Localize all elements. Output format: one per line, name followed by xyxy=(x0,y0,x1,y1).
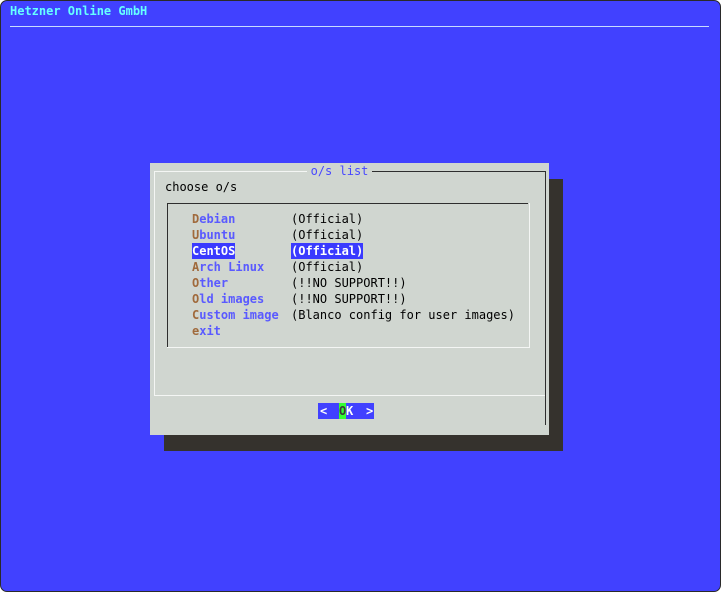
menu-box-right xyxy=(529,203,530,347)
menu-item-description: (!!NO SUPPORT!!) xyxy=(291,276,407,290)
ok-button-label: K xyxy=(346,404,354,418)
terminal-screen: Hetzner Online GmbH o/s list choose o/s … xyxy=(0,0,721,592)
menu-item-description: (!!NO SUPPORT!!) xyxy=(291,292,407,306)
menu-item-tag: Custom image xyxy=(192,307,279,323)
menu-item-label: rch Linux xyxy=(199,260,265,274)
ok-button-hotkey: O xyxy=(339,403,347,419)
menu-item-description: (Blanco config for user images) xyxy=(291,308,515,322)
ok-button-right-bracket: > xyxy=(366,404,374,418)
menu-item-label: ebian xyxy=(199,212,236,226)
dialog-frame-top-right xyxy=(372,171,545,172)
menu-item-label: xit xyxy=(199,324,221,338)
menu-item-tag: exit xyxy=(192,323,221,339)
menu-item-description: (Official) xyxy=(291,212,364,226)
dialog-frame-left xyxy=(154,171,155,395)
menu-item-tag: Other xyxy=(192,275,228,291)
dialog-button-separator xyxy=(154,395,545,396)
dialog-frame-right xyxy=(545,171,546,395)
menu-box-bottom xyxy=(167,347,530,348)
backtitle: Hetzner Online GmbH xyxy=(10,4,148,18)
menu-box-top xyxy=(167,203,528,204)
menu-item-label: buntu xyxy=(199,228,236,242)
menu-item-description: (Official) xyxy=(291,228,364,242)
menu-item-label: ustom image xyxy=(199,308,279,322)
dialog-frame-bottom-right xyxy=(545,395,546,425)
os-list-dialog: o/s list choose o/s Debian (Official) Ubun… xyxy=(150,163,549,435)
backtitle-rule xyxy=(10,26,709,27)
menu-item-description: (Official) xyxy=(291,243,364,259)
menu-item-tag: Old images xyxy=(192,291,264,307)
ok-button[interactable]: < O K > xyxy=(318,403,374,419)
menu-item-tag: Debian xyxy=(192,211,235,227)
menu-item-label: ther xyxy=(199,276,229,290)
menu-item-label: entOS xyxy=(199,244,236,258)
dialog-title: o/s list xyxy=(310,164,369,178)
ok-button-left-bracket: < xyxy=(320,404,328,418)
menu-item-tag: CentOS xyxy=(192,243,236,259)
dialog-frame-top-left xyxy=(154,171,307,172)
menu-item-label: ld images xyxy=(199,292,265,306)
menu-item-tag: Ubuntu xyxy=(192,227,235,243)
menu-box-left xyxy=(167,203,168,347)
menu-item-tag: Arch Linux xyxy=(192,259,264,275)
menu-item-description: (Official) xyxy=(291,260,364,274)
dialog-prompt: choose o/s xyxy=(165,180,238,194)
